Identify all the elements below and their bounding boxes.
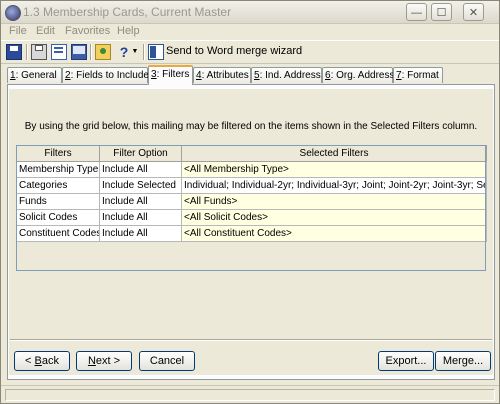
- table-row[interactable]: Constituent Codes Include All <All Const…: [16, 225, 487, 242]
- maximize-button[interactable]: ☐: [431, 3, 452, 21]
- menu-bar: File Edit Favorites Help: [1, 23, 499, 40]
- window-title: 1.3 Membership Cards, Current Master: [23, 5, 232, 19]
- table-row[interactable]: Solicit Codes Include All <All Solicit C…: [16, 209, 487, 226]
- app-window: 1.3 Membership Cards, Current Master — ☐…: [0, 0, 500, 404]
- selected-filters-cell[interactable]: <All Solicit Codes>: [181, 209, 487, 226]
- divider: [10, 339, 492, 341]
- filter-name-cell[interactable]: Solicit Codes: [16, 209, 100, 226]
- toolbar-separator: [143, 44, 145, 60]
- filters-panel: By using the grid below, this mailing ma…: [7, 84, 495, 380]
- selected-filters-cell[interactable]: <All Membership Type>: [181, 161, 487, 178]
- close-icon: ✕: [468, 7, 479, 19]
- toolbar: ? ▼ Send to Word merge wizard: [1, 40, 499, 64]
- tab-strip: 1: General 2: Fields to Include 3: Filte…: [7, 65, 495, 85]
- table-row[interactable]: Categories Include Selected Individual; …: [16, 177, 487, 194]
- app-icon: [5, 5, 21, 21]
- filter-option-cell[interactable]: Include All: [99, 193, 182, 210]
- table-row[interactable]: Membership Type Include All <All Members…: [16, 161, 487, 178]
- filter-option-cell[interactable]: Include All: [99, 161, 182, 178]
- status-panel: [5, 389, 495, 401]
- filters-grid[interactable]: Filters Filter Option Selected Filters M…: [16, 145, 487, 327]
- table-row[interactable]: Funds Include All <All Funds>: [16, 193, 487, 210]
- title-bar[interactable]: 1.3 Membership Cards, Current Master — ☐…: [1, 1, 499, 24]
- filter-name-cell[interactable]: Funds: [16, 193, 100, 210]
- menu-file[interactable]: File: [9, 25, 27, 37]
- close-button[interactable]: ✕: [463, 3, 484, 21]
- menu-edit[interactable]: Edit: [36, 25, 55, 37]
- next-button[interactable]: Next >: [76, 351, 132, 371]
- print-icon[interactable]: [31, 44, 47, 60]
- help-icon[interactable]: ?: [116, 44, 132, 60]
- word-merge-icon[interactable]: [148, 44, 164, 60]
- minimize-icon: —: [411, 7, 422, 19]
- grid-header-row: Filters Filter Option Selected Filters: [16, 145, 487, 162]
- selected-filters-cell[interactable]: <All Constituent Codes>: [181, 225, 487, 242]
- column-header-filters[interactable]: Filters: [16, 145, 100, 162]
- filters-panel-body: By using the grid below, this mailing ma…: [9, 89, 493, 375]
- menu-help[interactable]: Help: [117, 25, 140, 37]
- print-preview-icon[interactable]: [51, 44, 67, 60]
- filter-option-cell[interactable]: Include All: [99, 209, 182, 226]
- column-header-filter-option[interactable]: Filter Option: [99, 145, 182, 162]
- status-bar: [1, 385, 499, 404]
- tab-fields-to-include[interactable]: 2: Fields to Include: [62, 67, 149, 83]
- filter-name-cell[interactable]: Categories: [16, 177, 100, 194]
- folder-icon[interactable]: [95, 44, 111, 60]
- back-button[interactable]: < Back: [14, 351, 70, 371]
- merge-button[interactable]: Merge...: [435, 351, 491, 371]
- email-icon[interactable]: [71, 44, 87, 60]
- column-header-selected-filters[interactable]: Selected Filters: [181, 145, 487, 162]
- minimize-button[interactable]: —: [406, 3, 427, 21]
- selected-filters-cell[interactable]: <All Funds>: [181, 193, 487, 210]
- menu-favorites[interactable]: Favorites: [65, 25, 110, 37]
- filters-table: Filters Filter Option Selected Filters M…: [16, 145, 487, 242]
- tab-general[interactable]: 1: General: [7, 67, 62, 83]
- dropdown-arrow-icon[interactable]: ▼: [131, 44, 139, 60]
- selected-filters-cell[interactable]: Individual; Individual-2yr; Individual-3…: [181, 177, 487, 194]
- filter-name-cell[interactable]: Constituent Codes: [16, 225, 100, 242]
- filters-description: By using the grid below, this mailing ma…: [24, 121, 478, 132]
- filter-name-cell[interactable]: Membership Type: [16, 161, 100, 178]
- tab-filters[interactable]: 3: Filters: [148, 65, 193, 85]
- filter-option-cell[interactable]: Include Selected: [99, 177, 182, 194]
- save-icon[interactable]: [6, 44, 22, 60]
- maximize-icon: ☐: [436, 7, 447, 19]
- filter-option-cell[interactable]: Include All: [99, 225, 182, 242]
- tab-org-address[interactable]: 6: Org. Address: [322, 67, 394, 83]
- tab-format[interactable]: 7: Format: [393, 67, 443, 83]
- toolbar-separator: [26, 44, 28, 60]
- tab-attributes[interactable]: 4: Attributes: [193, 67, 251, 83]
- export-button[interactable]: Export...: [378, 351, 434, 371]
- tab-ind-address[interactable]: 5: Ind. Address: [251, 67, 322, 83]
- send-to-word-button[interactable]: Send to Word merge wizard: [166, 45, 302, 57]
- cancel-button[interactable]: Cancel: [139, 351, 195, 371]
- toolbar-separator: [90, 44, 92, 60]
